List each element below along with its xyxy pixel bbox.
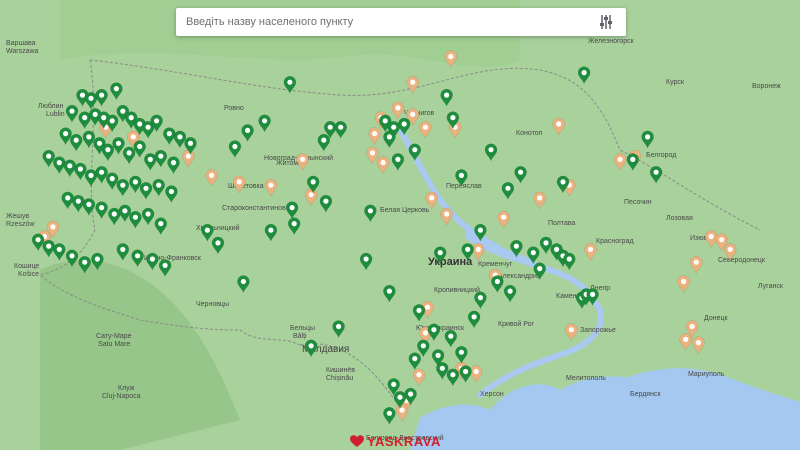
- city-label: Cluj-Napoca: [102, 393, 141, 400]
- city-label: Satu Mare: [98, 341, 130, 348]
- city-label: Черновцы: [196, 301, 229, 308]
- city-label: Бердянск: [630, 391, 661, 398]
- city-label: Донецк: [704, 315, 728, 322]
- city-label: Košice: [18, 271, 39, 278]
- city-label: Северодонецк: [718, 257, 766, 264]
- city-label: Кошице: [14, 263, 39, 270]
- search-bar: [176, 8, 626, 36]
- filter-button[interactable]: [592, 8, 620, 36]
- city-label: Кривой Рог: [498, 320, 535, 328]
- city-label: Александрия: [498, 273, 541, 280]
- brand-name: YASKRAVA: [367, 434, 441, 449]
- city-label: Белгород: [646, 152, 676, 159]
- city-label: Курск: [666, 79, 685, 86]
- city-label: Белая Церковь: [380, 207, 430, 214]
- city-label: Кропивницкий: [434, 286, 480, 294]
- city-label: Сату-Маре: [96, 333, 132, 340]
- city-label: Люблин: [38, 102, 64, 110]
- city-label: Шепетовка: [228, 183, 264, 190]
- city-label: Bălți: [293, 333, 307, 340]
- city-label: Кременчуг: [478, 261, 513, 268]
- city-label: Красноград: [596, 238, 634, 245]
- city-label: Староконстантинов: [222, 205, 286, 212]
- city-label: Кишинёв: [326, 367, 355, 374]
- city-label: Переяслав: [446, 183, 482, 190]
- city-label: Луганск: [758, 283, 784, 290]
- city-label: Ровно: [224, 105, 244, 112]
- search-input[interactable]: [176, 8, 592, 36]
- city-label: Запорожье: [580, 327, 616, 334]
- city-label: Воронеж: [752, 83, 781, 90]
- city-label: Lublin: [46, 111, 65, 118]
- city-label: Полтава: [548, 220, 576, 227]
- filter-sliders-icon: [600, 15, 612, 29]
- city-label: Rzeszów: [6, 221, 35, 228]
- city-label: Херсон: [480, 391, 504, 398]
- city-label: Конотоп: [516, 130, 543, 137]
- city-label: Варшава: [6, 40, 36, 47]
- brand-heart-icon: [350, 435, 364, 447]
- city-label: Мариуполь: [688, 371, 725, 378]
- city-label: Chișinău: [326, 375, 353, 382]
- city-label: Бельцы: [290, 325, 315, 332]
- city-label: Жешув: [6, 213, 29, 220]
- city-label: Мелитополь: [566, 375, 606, 382]
- brand-logo: YASKRAVA: [350, 434, 441, 449]
- city-label: Песочин: [624, 199, 652, 206]
- city-label: Warszawa: [6, 48, 39, 55]
- city-label: Клуж: [118, 385, 135, 392]
- map-canvas[interactable]: Украина Молдавия Варшава Warszawa Люблин…: [0, 0, 800, 450]
- city-label: Лозовая: [666, 215, 693, 222]
- city-label: Желeзногорск: [588, 38, 635, 45]
